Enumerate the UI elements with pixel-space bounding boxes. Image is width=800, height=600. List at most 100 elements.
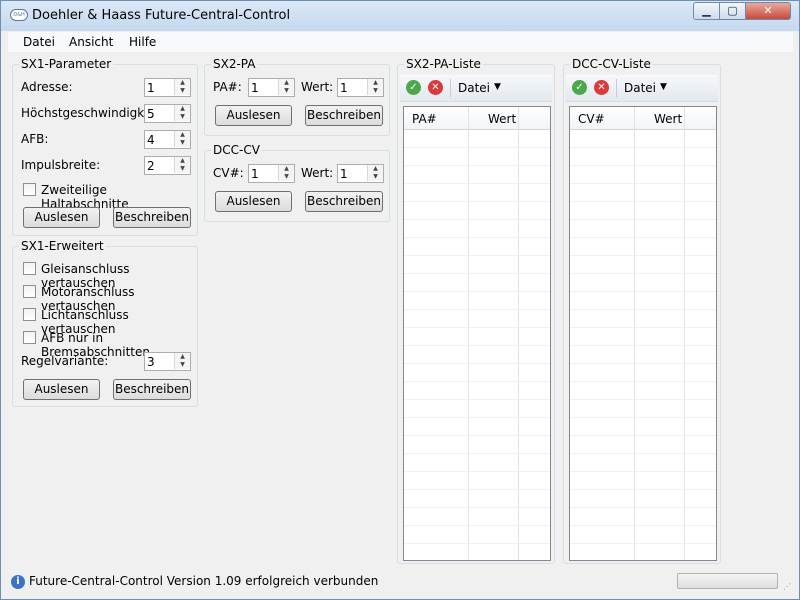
sx2-pa-title: SX2-PA	[211, 57, 258, 71]
up-arrow-icon[interactable]: ▲	[278, 79, 294, 87]
sx2-pa-table[interactable]: PA# Wert	[403, 106, 551, 561]
pa-wert-label: Wert:	[301, 80, 334, 94]
row-line	[570, 453, 716, 454]
row-line	[404, 219, 550, 220]
column-header-cv[interactable]: CV#	[578, 112, 605, 126]
regelvariante-label: Regelvariante:	[21, 354, 109, 368]
row-line	[570, 237, 716, 238]
up-arrow-icon[interactable]: ▲	[174, 131, 190, 139]
zweiteilige-haltabschnitte-checkbox[interactable]	[23, 183, 36, 196]
menu-bar: Datei Ansicht Hilfe	[8, 32, 793, 52]
row-line	[404, 525, 550, 526]
down-arrow-icon[interactable]: ▼	[174, 165, 190, 173]
column-divider	[518, 107, 519, 560]
down-arrow-icon[interactable]: ▼	[367, 87, 383, 95]
up-arrow-icon[interactable]: ▲	[174, 79, 190, 87]
toolbar-datei-menu[interactable]: Datei	[458, 81, 490, 95]
sx1-erweitert-write-button[interactable]: Beschreiben	[113, 379, 191, 400]
toolbar-datei-menu[interactable]: Datei	[624, 81, 656, 95]
column-header-wert[interactable]: Wert	[654, 112, 682, 126]
cv-wert-value: 1	[340, 167, 348, 181]
row-line	[570, 471, 716, 472]
down-arrow-icon[interactable]: ▼	[174, 361, 190, 369]
sx2-pa-liste-group: SX2-PA-Liste ✓ ✕ Datei ▼ PA# Wert	[397, 57, 555, 564]
up-arrow-icon[interactable]: ▲	[174, 157, 190, 165]
sx1-erweitert-read-button[interactable]: Auslesen	[23, 379, 100, 400]
up-arrow-icon[interactable]: ▲	[367, 165, 383, 173]
down-arrow-icon[interactable]: ▼	[174, 113, 190, 121]
menu-ansicht[interactable]: Ansicht	[69, 35, 113, 49]
column-header-pa[interactable]: PA#	[412, 112, 437, 126]
row-line	[570, 381, 716, 382]
sx1-parameter-title: SX1-Parameter	[19, 57, 114, 71]
hoechstgeschwindigkeit-stepper[interactable]: 5 ▲ ▼	[144, 104, 191, 123]
minimize-button[interactable]: ▁	[693, 2, 720, 20]
sx1-parameter-read-button[interactable]: Auslesen	[23, 207, 100, 228]
pa-number-stepper[interactable]: 1 ▲ ▼	[248, 78, 295, 97]
row-line	[404, 291, 550, 292]
down-arrow-icon[interactable]: ▼	[367, 173, 383, 181]
cv-wert-stepper[interactable]: 1 ▲ ▼	[337, 164, 384, 183]
dcc-cv-liste-toolbar: ✓ ✕ Datei ▼	[566, 75, 718, 102]
down-arrow-icon[interactable]: ▼	[174, 87, 190, 95]
row-line	[570, 201, 716, 202]
row-line	[570, 327, 716, 328]
menu-hilfe[interactable]: Hilfe	[129, 35, 156, 49]
main-content: SX1-Parameter Adresse: 1 ▲ ▼ Höchstgeschw…	[8, 53, 793, 570]
dcc-cv-write-button[interactable]: Beschreiben	[305, 191, 383, 212]
status-text: Future-Central-Control Version 1.09 erfo…	[29, 574, 379, 588]
sx2-pa-group: SX2-PA PA#: 1 ▲ ▼ Wert: 1 ▲ ▼ Auslesen Bes…	[204, 57, 390, 136]
row-line	[404, 453, 550, 454]
delete-circle-icon[interactable]: ✕	[594, 80, 609, 95]
pa-wert-stepper[interactable]: 1 ▲ ▼	[337, 78, 384, 97]
row-line	[570, 489, 716, 490]
row-line	[404, 273, 550, 274]
check-circle-icon[interactable]: ✓	[572, 80, 587, 95]
row-line	[404, 345, 550, 346]
motoranschluss-checkbox[interactable]	[23, 285, 36, 298]
afb-stepper[interactable]: 4 ▲ ▼	[144, 130, 191, 149]
pa-wert-value: 1	[340, 81, 348, 95]
row-line	[570, 525, 716, 526]
column-header-wert[interactable]: Wert	[488, 112, 516, 126]
impulsbreite-stepper[interactable]: 2 ▲ ▼	[144, 156, 191, 175]
sx1-parameter-write-button[interactable]: Beschreiben	[113, 207, 191, 228]
lichtanschluss-checkbox[interactable]	[23, 308, 36, 321]
afb-bremsabschnitte-checkbox[interactable]	[23, 331, 36, 344]
up-arrow-icon[interactable]: ▲	[174, 105, 190, 113]
cv-number-stepper[interactable]: 1 ▲ ▼	[248, 164, 295, 183]
chevron-down-icon[interactable]: ▼	[660, 82, 667, 92]
cv-number-value: 1	[251, 167, 259, 181]
dcc-cv-read-button[interactable]: Auslesen	[215, 191, 292, 212]
resize-grip-icon[interactable]: ⋰	[783, 582, 791, 591]
adresse-stepper[interactable]: 1 ▲ ▼	[144, 78, 191, 97]
row-line	[404, 201, 550, 202]
up-arrow-icon[interactable]: ▲	[174, 353, 190, 361]
chevron-down-icon[interactable]: ▼	[494, 82, 501, 92]
dcc-cv-table[interactable]: CV# Wert	[569, 106, 717, 561]
regelvariante-stepper[interactable]: 3 ▲ ▼	[144, 352, 191, 371]
up-arrow-icon[interactable]: ▲	[367, 79, 383, 87]
row-line	[404, 435, 550, 436]
row-line	[404, 399, 550, 400]
row-line	[404, 381, 550, 382]
down-arrow-icon[interactable]: ▼	[278, 87, 294, 95]
down-arrow-icon[interactable]: ▼	[174, 139, 190, 147]
maximize-button[interactable]: ▢	[719, 2, 746, 20]
sx1-erweitert-title: SX1-Erweitert	[19, 239, 106, 253]
up-arrow-icon[interactable]: ▲	[278, 165, 294, 173]
check-circle-icon[interactable]: ✓	[406, 80, 421, 95]
down-arrow-icon[interactable]: ▼	[278, 173, 294, 181]
row-line	[404, 507, 550, 508]
row-line	[404, 255, 550, 256]
table-header: CV# Wert	[570, 107, 716, 130]
close-button[interactable]: ✕	[745, 2, 791, 20]
title-bar[interactable]: D&H Doehler & Haass Future-Central-Contr…	[1, 1, 799, 31]
row-line	[570, 291, 716, 292]
sx2-pa-read-button[interactable]: Auslesen	[215, 105, 292, 126]
sx2-pa-write-button[interactable]: Beschreiben	[305, 105, 383, 126]
menu-datei[interactable]: Datei	[23, 35, 55, 49]
app-logo-icon: D&H	[10, 9, 28, 21]
gleisanschluss-checkbox[interactable]	[23, 262, 36, 275]
delete-circle-icon[interactable]: ✕	[428, 80, 443, 95]
